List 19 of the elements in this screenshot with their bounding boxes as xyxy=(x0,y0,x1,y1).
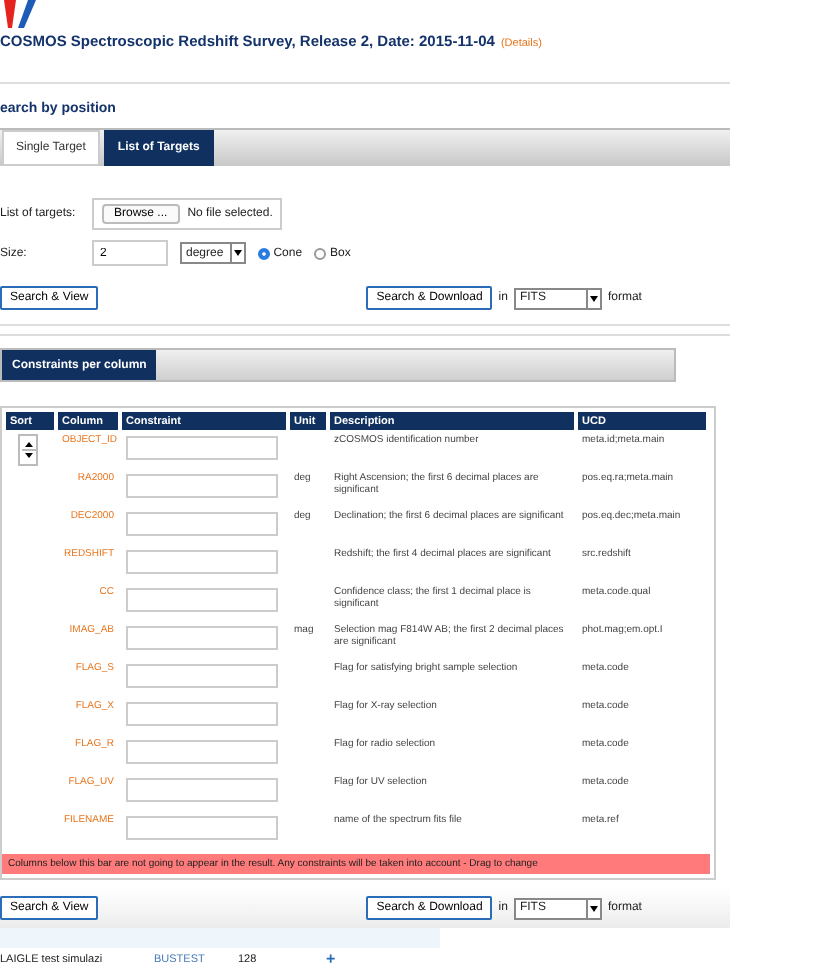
caret-icon xyxy=(589,905,598,911)
constraint-input[interactable] xyxy=(126,550,278,574)
constraint-input[interactable] xyxy=(126,626,278,650)
constraint-input[interactable] xyxy=(126,436,278,460)
constraint-input[interactable] xyxy=(126,664,278,688)
constraint-input[interactable] xyxy=(126,740,278,764)
radio-button[interactable] xyxy=(314,247,327,259)
caret-icon xyxy=(589,295,598,301)
logo-icon xyxy=(4,0,36,28)
constraint-input[interactable] xyxy=(126,816,278,840)
constraint-input[interactable] xyxy=(126,512,278,536)
constraint-input[interactable] xyxy=(126,588,278,612)
sort-arrows[interactable] xyxy=(18,434,38,466)
constraint-input[interactable] xyxy=(126,702,278,726)
radio-button[interactable] xyxy=(257,247,270,259)
constraint-input[interactable] xyxy=(126,778,278,802)
constraint-input[interactable] xyxy=(126,474,278,498)
caret-icon xyxy=(233,250,242,256)
add-button[interactable]: + xyxy=(326,954,336,966)
